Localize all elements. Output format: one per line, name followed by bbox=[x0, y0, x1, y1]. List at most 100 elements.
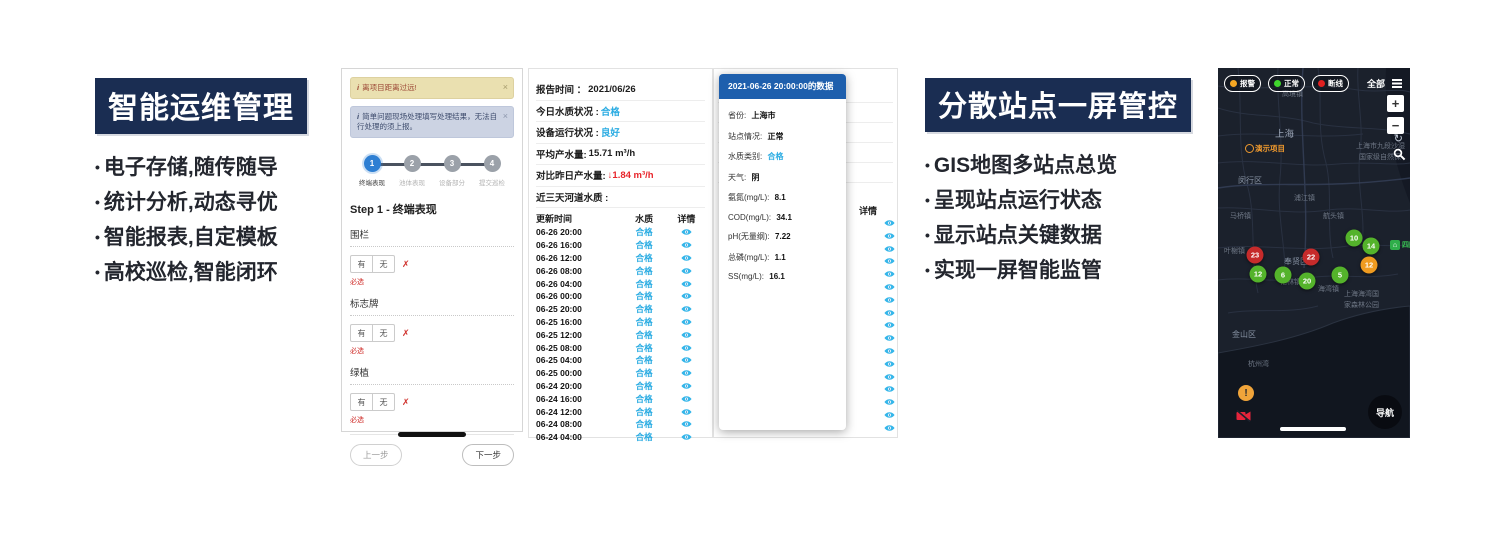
step-label: 池体表现 bbox=[399, 177, 425, 187]
station-marker[interactable]: 5 bbox=[1332, 267, 1349, 284]
detail-eye-icon[interactable] bbox=[872, 334, 906, 342]
detail-eye-icon[interactable] bbox=[872, 360, 906, 368]
option-no[interactable]: 无 bbox=[373, 325, 394, 341]
option-yes[interactable]: 有 bbox=[351, 325, 373, 341]
detail-eye-icon[interactable] bbox=[681, 292, 692, 300]
popup-field-label: 水质类别: bbox=[728, 152, 762, 161]
info-value: 良好 bbox=[601, 125, 620, 139]
detail-eye-icon[interactable] bbox=[681, 280, 692, 288]
legend-dot-icon bbox=[1318, 80, 1325, 87]
detail-eye-icon[interactable] bbox=[681, 331, 692, 339]
detail-eye-icon[interactable] bbox=[681, 241, 692, 249]
row-quality: 合格 bbox=[621, 393, 668, 405]
station-marker[interactable]: 22 bbox=[1303, 249, 1320, 266]
station-marker[interactable]: 10 bbox=[1346, 230, 1363, 247]
detail-eye-icon[interactable] bbox=[681, 228, 692, 236]
option-no[interactable]: 无 bbox=[373, 256, 394, 272]
detail-eye-icon[interactable] bbox=[681, 433, 692, 441]
detail-eye-icon[interactable] bbox=[872, 232, 906, 240]
station-marker[interactable]: 12 bbox=[1361, 257, 1378, 274]
detail-eye-icon[interactable] bbox=[681, 356, 692, 364]
station-marker[interactable]: 23 bbox=[1247, 247, 1264, 264]
col-update-time: 更新时间 bbox=[536, 212, 621, 225]
row-quality: 合格 bbox=[621, 329, 668, 341]
detail-eye-icon[interactable] bbox=[872, 373, 906, 381]
menu-icon[interactable] bbox=[1392, 79, 1402, 81]
detail-eye-icon[interactable] bbox=[872, 411, 906, 419]
detail-eye-icon[interactable] bbox=[681, 344, 692, 352]
required-label: 必选 bbox=[350, 415, 514, 425]
detail-eye-icon[interactable] bbox=[681, 408, 692, 416]
popup-field-value: 16.1 bbox=[769, 272, 785, 281]
detail-eye-icon[interactable] bbox=[872, 398, 906, 406]
step-item[interactable]: 3 设备部分 bbox=[432, 155, 472, 187]
detail-eye-icon[interactable] bbox=[872, 270, 906, 278]
map-place-label: 马桥镇 bbox=[1230, 211, 1251, 221]
row-time: 06-25 12:00 bbox=[536, 330, 621, 340]
detail-eye-icon[interactable] bbox=[872, 424, 906, 432]
detail-eye-icon[interactable] bbox=[872, 283, 906, 291]
edge-station[interactable]: ⌂ 四团 bbox=[1390, 240, 1410, 250]
option-no[interactable]: 无 bbox=[373, 394, 394, 410]
detail-eye-icon[interactable] bbox=[681, 318, 692, 326]
camera-off-icon[interactable] bbox=[1236, 410, 1251, 422]
step-item[interactable]: 4 提交巡检 bbox=[472, 155, 512, 187]
info-label: 报告时间 ： bbox=[536, 82, 586, 96]
detail-eye-icon[interactable] bbox=[681, 382, 692, 390]
next-step-button[interactable]: 下一步 bbox=[462, 444, 514, 466]
legend-pill[interactable]: 正常 bbox=[1268, 75, 1305, 92]
step-circle: 3 bbox=[444, 155, 461, 172]
invalid-mark-icon: ✗ bbox=[402, 397, 410, 408]
station-label: 四团 bbox=[1402, 240, 1410, 250]
search-icon[interactable] bbox=[1393, 148, 1406, 161]
detail-eye-icon[interactable] bbox=[872, 219, 906, 227]
detail-eye-icon[interactable] bbox=[872, 296, 906, 304]
left-section-title: 智能运维管理 bbox=[95, 78, 307, 134]
detail-eye-icon[interactable] bbox=[872, 347, 906, 355]
step-item[interactable]: 1 终端表现 bbox=[352, 155, 392, 187]
refresh-icon[interactable]: ↻ bbox=[1394, 132, 1403, 145]
legend-pill[interactable]: 报警 bbox=[1224, 75, 1261, 92]
navigate-button[interactable]: 导航 bbox=[1368, 395, 1402, 429]
close-icon[interactable]: × bbox=[503, 111, 508, 121]
filter-all-button[interactable]: 全部 bbox=[1367, 77, 1385, 90]
row-quality: 合格 bbox=[621, 226, 668, 238]
popup-field-value: 1.1 bbox=[775, 253, 786, 262]
detail-eye-icon[interactable] bbox=[681, 369, 692, 377]
station-marker[interactable]: 20 bbox=[1299, 273, 1316, 290]
option-yes[interactable]: 有 bbox=[351, 394, 373, 410]
inspection-form-screen: i离项目距离过远! × i简单问题现场处理填写处理结果，无法自行处理的须上报。 … bbox=[341, 68, 523, 432]
station-marker[interactable]: 14 bbox=[1363, 238, 1380, 255]
row-time: 06-26 04:00 bbox=[536, 279, 621, 289]
popup-field-label: 省份: bbox=[728, 111, 746, 120]
row-quality: 合格 bbox=[621, 290, 668, 302]
info-label: 今日水质状况 : bbox=[536, 104, 599, 118]
detail-eye-icon[interactable] bbox=[681, 305, 692, 313]
detail-eye-icon[interactable] bbox=[681, 420, 692, 428]
legend-label: 报警 bbox=[1240, 78, 1255, 89]
detail-eye-icon[interactable] bbox=[681, 254, 692, 262]
popup-field-value: 正常 bbox=[767, 132, 783, 141]
detail-eye-icon[interactable] bbox=[872, 309, 906, 317]
detail-eye-icon[interactable] bbox=[872, 385, 906, 393]
detail-eye-icon[interactable] bbox=[872, 321, 906, 329]
alert-badge[interactable]: ! bbox=[1238, 385, 1254, 401]
detail-eye-icon[interactable] bbox=[872, 257, 906, 265]
project-marker-icon[interactable] bbox=[1245, 144, 1254, 153]
legend-pill[interactable]: 断线 bbox=[1312, 75, 1349, 92]
feature-bullet: 统计分析,动态寻优 bbox=[95, 185, 340, 220]
distance-warning-alert: i离项目距离过远! × bbox=[350, 77, 514, 99]
popup-field-value: 上海市 bbox=[751, 111, 775, 120]
row-time: 06-24 20:00 bbox=[536, 381, 621, 391]
step-item[interactable]: 2 池体表现 bbox=[392, 155, 432, 187]
step-label: 设备部分 bbox=[439, 177, 465, 187]
option-yes[interactable]: 有 bbox=[351, 256, 373, 272]
station-marker[interactable]: 6 bbox=[1275, 267, 1292, 284]
detail-eye-icon[interactable] bbox=[872, 245, 906, 253]
zoom-in-button[interactable]: + bbox=[1387, 95, 1404, 112]
detail-eye-icon[interactable] bbox=[681, 267, 692, 275]
station-marker[interactable]: 12 bbox=[1250, 266, 1267, 283]
prev-step-button[interactable]: 上一步 bbox=[350, 444, 402, 466]
detail-eye-icon[interactable] bbox=[681, 395, 692, 403]
close-icon[interactable]: × bbox=[503, 82, 508, 92]
